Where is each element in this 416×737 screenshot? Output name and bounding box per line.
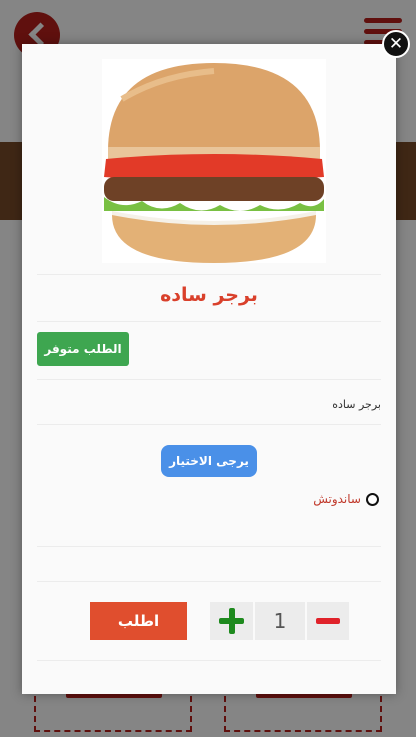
plus-icon[interactable] <box>210 602 253 640</box>
availability-badge: الطلب متوفر <box>37 332 129 366</box>
burger-image <box>102 59 326 263</box>
option-sandwich[interactable]: ساندوتش <box>313 492 379 506</box>
product-modal: برجر ساده الطلب متوفر برجر ساده يرجى الا… <box>22 44 396 694</box>
product-description: برجر ساده <box>332 398 381 411</box>
close-button[interactable]: ✕ <box>382 30 410 58</box>
choose-button[interactable]: يرجى الاختيار <box>161 445 257 477</box>
product-title: برجر ساده <box>160 284 258 306</box>
order-button[interactable]: اطلب <box>90 602 187 640</box>
quantity-value[interactable]: 1 <box>255 602 305 640</box>
radio-button[interactable] <box>366 492 379 506</box>
option-label: ساندوتش <box>313 492 361 506</box>
minus-icon[interactable] <box>307 602 349 640</box>
